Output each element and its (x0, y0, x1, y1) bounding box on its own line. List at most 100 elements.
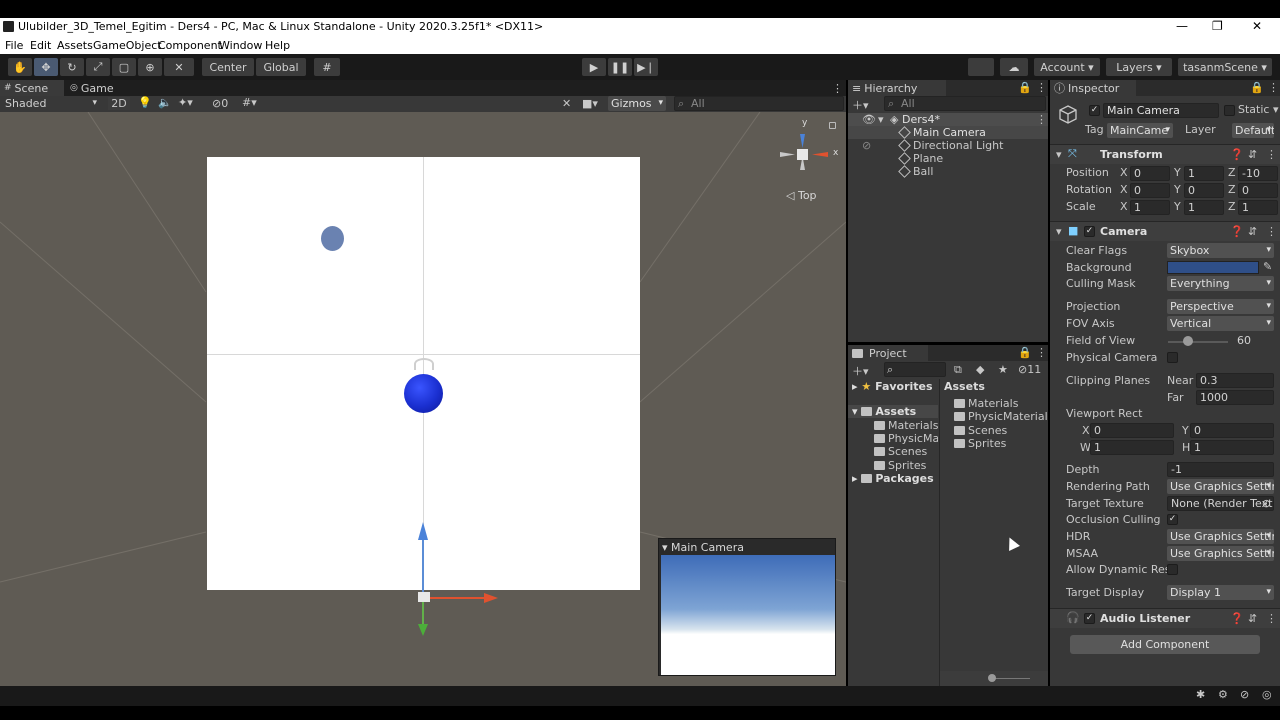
projection-dropdown[interactable]: Perspective (1167, 299, 1274, 314)
light-gizmo-icon[interactable] (321, 226, 344, 251)
filter-label-icon[interactable]: ◆ (976, 363, 984, 376)
icon-size-slider-track[interactable] (990, 678, 1030, 679)
viewport-y-input[interactable]: 0 (1190, 423, 1274, 438)
pivot-global-button[interactable]: Global (256, 58, 306, 76)
rotation-z-input[interactable]: 0 (1238, 183, 1278, 198)
project-search-input[interactable]: ⌕ (884, 362, 946, 377)
hierarchy-search-input[interactable]: ⌕ All (884, 96, 1046, 111)
scale-z-input[interactable]: 1 (1238, 200, 1278, 215)
tree-assets[interactable]: ▾ Assets (848, 405, 938, 418)
fov-value-input[interactable]: 60 (1234, 334, 1274, 349)
scene-viewport[interactable]: y x ◁ Top ▾ Main Camera (0, 112, 846, 686)
component-menu-icon[interactable]: ⋮ (1266, 612, 1277, 625)
folder-item-scenes[interactable]: Scenes (954, 424, 1007, 437)
effects-icon[interactable]: ✦▾ (178, 96, 193, 109)
add-component-button[interactable]: Add Component (1070, 635, 1260, 654)
tag-dropdown[interactable]: MainCame (1107, 123, 1173, 138)
clear-flags-dropdown[interactable]: Skybox (1167, 243, 1274, 258)
preset-icon[interactable]: ⇵ (1248, 148, 1257, 161)
rect-tool-icon[interactable]: ▢ (112, 58, 136, 76)
collab-button[interactable] (968, 58, 994, 76)
shading-dropdown[interactable]: Shaded (2, 96, 100, 111)
tab-inspector[interactable]: ⓘ Inspector (1050, 80, 1136, 96)
help-icon[interactable]: ❓ (1230, 612, 1244, 625)
scale-tool-icon[interactable]: ⤢ (86, 58, 110, 76)
position-y-input[interactable]: 1 (1184, 166, 1224, 181)
scale-y-input[interactable]: 1 (1184, 200, 1224, 215)
physical-camera-checkbox[interactable] (1167, 352, 1178, 363)
favorite-star-icon[interactable]: ★ (998, 363, 1008, 376)
viewport-h-input[interactable]: 1 (1190, 440, 1274, 455)
rotation-x-input[interactable]: 0 (1130, 183, 1170, 198)
lighting-icon[interactable]: 💡 (138, 96, 152, 109)
move-tool-icon[interactable]: ✥ (34, 58, 58, 76)
menu-gameobject[interactable]: GameObject (93, 39, 162, 52)
move-handle[interactable] (400, 518, 520, 638)
hierarchy-scene-row[interactable]: 👁 ▾ ◈ Ders4* ⋮ (848, 113, 1048, 127)
tree-item-materials[interactable]: Materials (874, 419, 938, 432)
rendering-path-dropdown[interactable]: Use Graphics Settir (1167, 479, 1274, 494)
menu-assets[interactable]: Assets (57, 39, 93, 52)
visibility-off-icon[interactable]: ⊘ (862, 139, 871, 152)
menu-file[interactable]: File (5, 39, 23, 52)
audio-listener-enabled-checkbox[interactable]: ✓ (1084, 613, 1095, 624)
hdr-dropdown[interactable]: Use Graphics Settir (1167, 529, 1274, 544)
component-menu-icon[interactable]: ⋮ (1266, 225, 1277, 238)
camera-foldout-icon[interactable]: ▾ (1056, 225, 1062, 238)
far-input[interactable]: 1000 (1196, 390, 1274, 405)
tree-item-sprites[interactable]: Sprites (874, 459, 926, 472)
transform-foldout-icon[interactable]: ▾ (1056, 148, 1062, 161)
eyedropper-icon[interactable]: ✎ (1263, 260, 1272, 273)
camera-enabled-checkbox[interactable]: ✓ (1084, 226, 1095, 237)
depth-input[interactable]: -1 (1167, 462, 1274, 477)
hierarchy-menu-icon[interactable]: ⋮ (1036, 81, 1047, 94)
camera-header[interactable]: ▾ ■ ✓ Camera ❓ ⇵ ⋮ (1050, 221, 1280, 241)
folder-item-physicmaterial[interactable]: PhysicMaterial (954, 410, 1048, 423)
step-button[interactable]: ▶❘ (634, 58, 658, 76)
custom-tool-icon[interactable]: ✕ (164, 58, 194, 76)
rotation-y-input[interactable]: 0 (1184, 183, 1224, 198)
camera-settings-icon[interactable]: ■▾ (582, 97, 598, 110)
hidden-objects-icon[interactable]: ⊘0 (212, 97, 228, 110)
pivot-center-button[interactable]: Center (202, 58, 254, 76)
target-texture-field[interactable]: None (Render Text ⊙ (1167, 496, 1274, 511)
bug-icon[interactable]: ⚙ (1218, 688, 1228, 701)
filter-type-icon[interactable]: ⧉ (954, 363, 962, 377)
static-checkbox[interactable] (1224, 105, 1235, 116)
ball-object[interactable] (404, 374, 443, 413)
close-button[interactable]: ✕ (1252, 19, 1262, 33)
scene-search-input[interactable]: ⌕ All (674, 96, 844, 111)
viewport-x-input[interactable]: 0 (1090, 423, 1174, 438)
project-menu-icon[interactable]: ⋮ (1036, 346, 1047, 359)
tree-favorites[interactable]: ▸ ★ Favorites (852, 380, 933, 393)
scene-expand-icon[interactable]: ▾ (878, 113, 884, 126)
tools-icon[interactable]: ✕ (562, 97, 571, 110)
tab-scene[interactable]: # Scene (0, 80, 64, 96)
tab-game[interactable]: ◎ Game (66, 80, 126, 96)
gizmo-view-label[interactable]: ◁ Top (786, 189, 817, 202)
menu-window[interactable]: Window (219, 39, 262, 52)
hierarchy-item-directional-light[interactable]: ⊘ Directional Light (848, 139, 1048, 152)
fov-slider-handle[interactable] (1182, 336, 1193, 346)
grid-snap-icon[interactable]: # (314, 58, 340, 76)
dynamic-resolution-checkbox[interactable] (1167, 564, 1178, 575)
scene-visibility-icon[interactable]: 👁 (862, 113, 876, 126)
layer-dropdown[interactable]: Default (1232, 123, 1274, 138)
mode-2d-toggle[interactable]: 2D (108, 97, 130, 110)
inspector-menu-icon[interactable]: ⋮ (1268, 81, 1279, 94)
fov-axis-dropdown[interactable]: Vertical (1167, 316, 1274, 331)
msaa-dropdown[interactable]: Use Graphics Settir (1167, 546, 1274, 561)
object-picker-icon[interactable]: ⊙ (1262, 497, 1271, 510)
menu-component[interactable]: Component (158, 39, 222, 52)
transform-header[interactable]: ▾ ⤧ Transform ❓ ⇵ ⋮ (1050, 144, 1280, 164)
orientation-gizmo[interactable] (770, 120, 840, 190)
tab-hierarchy[interactable]: ≡ Hierarchy (848, 80, 946, 96)
hierarchy-lock-icon[interactable]: 🔒 (1018, 81, 1032, 94)
near-input[interactable]: 0.3 (1196, 373, 1274, 388)
auto-generate-lighting-icon[interactable]: ⊘ (1240, 688, 1249, 701)
maximize-button[interactable]: ❐ (1212, 19, 1223, 33)
fov-slider-track[interactable] (1168, 341, 1228, 343)
progress-icon[interactable]: ◎ (1262, 688, 1272, 701)
scene-menu-icon[interactable]: ⋮ (1036, 113, 1047, 126)
hierarchy-item-main-camera[interactable]: Main Camera (848, 126, 1048, 139)
